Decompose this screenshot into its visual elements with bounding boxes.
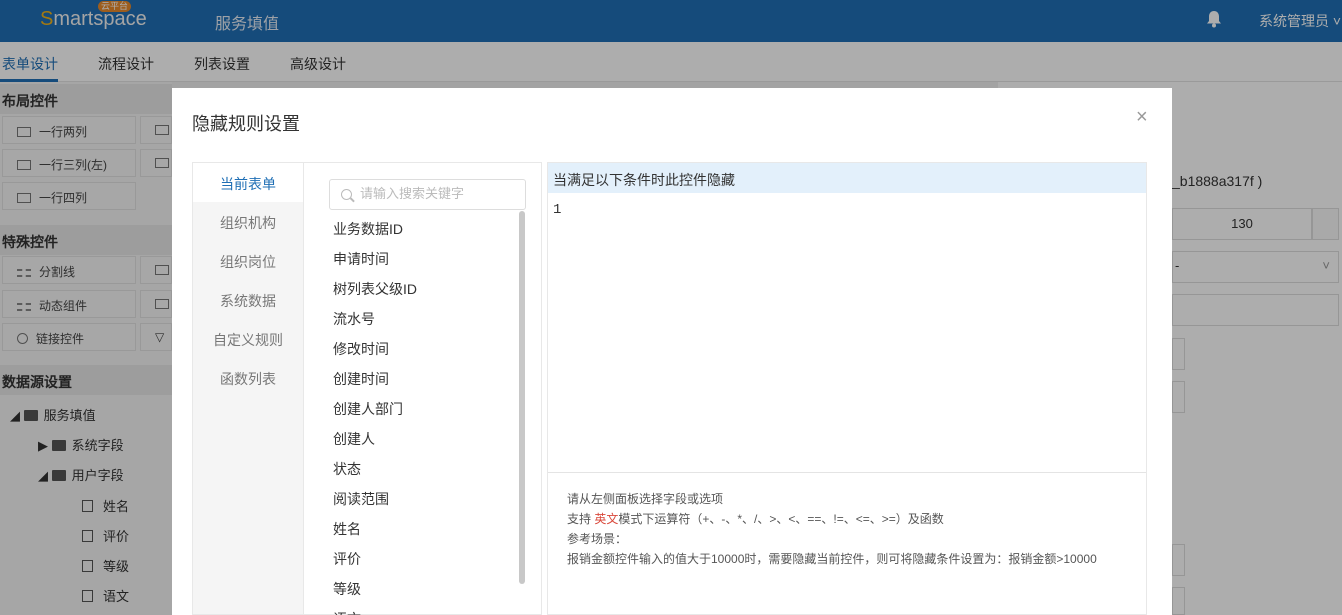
rule-editor-panel: 当满足以下条件时此控件隐藏 1 请从左侧面板选择字段或选项 支持 英文模式下运算… xyxy=(547,162,1147,615)
list-item[interactable]: 评价 xyxy=(333,547,513,577)
source-tabs: 当前表单 组织机构 组织岗位 系统数据 自定义规则 函数列表 xyxy=(192,162,304,615)
help-text: 请从左侧面板选择字段或选项 支持 英文模式下运算符（+、-、*、/、>、<、==… xyxy=(567,489,1097,569)
rule-header: 当满足以下条件时此控件隐藏 xyxy=(548,163,1146,193)
field-list-panel: 业务数据ID 申请时间 树列表父级ID 流水号 修改时间 创建时间 创建人部门 … xyxy=(304,162,542,615)
list-item[interactable]: 阅读范围 xyxy=(333,487,513,517)
field-list: 业务数据ID 申请时间 树列表父级ID 流水号 修改时间 创建时间 创建人部门 … xyxy=(333,217,513,615)
list-item[interactable]: 流水号 xyxy=(333,307,513,337)
list-item[interactable]: 状态 xyxy=(333,457,513,487)
help-line: 支持 英文模式下运算符（+、-、*、/、>、<、==、!=、<=、>=）及函数 xyxy=(567,509,1097,529)
search-input[interactable] xyxy=(360,186,520,201)
help-line: 报销金额控件输入的值大于10000时，需要隐藏当前控件，则可将隐藏条件设置为：报… xyxy=(567,552,1097,566)
dialog-title: 隐藏规则设置 xyxy=(192,114,300,134)
help-highlight: 英文 xyxy=(594,512,619,526)
list-item[interactable]: 创建人部门 xyxy=(333,397,513,427)
help-line: 参考场景： xyxy=(567,532,628,546)
tab-custom-rules[interactable]: 自定义规则 xyxy=(193,319,303,358)
tab-organization[interactable]: 组织机构 xyxy=(193,202,303,241)
search-icon xyxy=(341,189,352,200)
help-line: 请从左侧面板选择字段或选项 xyxy=(567,492,724,506)
search-box xyxy=(329,179,526,210)
list-item[interactable]: 业务数据ID xyxy=(333,217,513,247)
list-item[interactable]: 创建时间 xyxy=(333,367,513,397)
close-icon[interactable]: × xyxy=(1136,106,1148,129)
list-item[interactable]: 树列表父级ID xyxy=(333,277,513,307)
tab-current-form[interactable]: 当前表单 xyxy=(193,163,303,202)
help-text-part: 支持 xyxy=(567,512,595,526)
hide-rule-dialog: 隐藏规则设置 × 当前表单 组织机构 组织岗位 系统数据 自定义规则 函数列表 … xyxy=(172,88,1172,615)
list-item[interactable]: 语文 xyxy=(333,607,513,615)
rule-expression-editor[interactable]: 1 xyxy=(548,193,1146,473)
help-text-part: 模式下运算符（+、-、*、/、>、<、==、!=、<=、>=）及函数 xyxy=(618,512,944,526)
tab-system-data[interactable]: 系统数据 xyxy=(193,280,303,319)
field-list-scrollbar[interactable] xyxy=(519,211,525,584)
tab-functions[interactable]: 函数列表 xyxy=(193,358,303,397)
list-item[interactable]: 创建人 xyxy=(333,427,513,457)
list-item[interactable]: 姓名 xyxy=(333,517,513,547)
list-item[interactable]: 等级 xyxy=(333,577,513,607)
list-item[interactable]: 修改时间 xyxy=(333,337,513,367)
list-item[interactable]: 申请时间 xyxy=(333,247,513,277)
tab-positions[interactable]: 组织岗位 xyxy=(193,241,303,280)
